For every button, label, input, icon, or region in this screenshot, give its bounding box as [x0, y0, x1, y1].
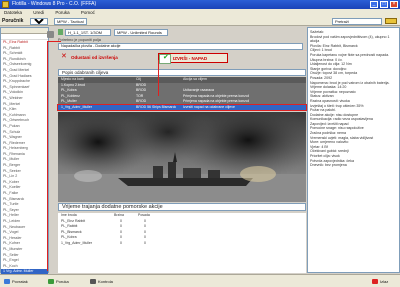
cell-crew: 0 [144, 240, 146, 245]
targets-table: Mjesto na karti Cilj Akcija sa ciljem 1.… [57, 77, 307, 111]
info-line: Brodovi pod vašim zapovjedništvom (4), u… [310, 34, 390, 44]
exit-icon [372, 279, 378, 284]
menu-item-file[interactable]: Datoteka [4, 10, 22, 15]
info-panel: Sažetak: Brodovi pod vašim zapovjedništvo… [307, 27, 400, 273]
exit-button[interactable]: Izlaz [372, 278, 388, 285]
search-field[interactable]: Pretraži [332, 17, 382, 25]
info-line: Dnevnik: bez promjena [310, 163, 347, 168]
menu-item-edit[interactable]: Uredi [33, 10, 44, 15]
maximize-button[interactable]: □ [380, 1, 388, 8]
message-button[interactable]: Poruka [48, 278, 69, 285]
cell-location: 1_Vrg_Admr_Muller [61, 104, 92, 109]
table-row-selected[interactable]: 1_Vrg_Admr_Muller BROD 56 Ships Bismarck… [57, 103, 307, 111]
close-button[interactable]: × [390, 1, 398, 8]
tool-icon[interactable] [47, 31, 54, 38]
cell-target: BROD 56 Ships Bismarck [136, 104, 177, 109]
action-row: ✕ Odustani od izvršenja ✔ IZVRŠI - NAPAD [58, 53, 306, 65]
menu-item-help[interactable]: Pomoć [81, 10, 95, 15]
control-button[interactable]: Kontrola [90, 278, 113, 285]
table-row[interactable]: 1_Vrg_Admr_Muller 0 0 [58, 241, 306, 247]
annotation-line [47, 41, 48, 271]
menu-item-message[interactable]: Poruka [55, 10, 69, 15]
profile-select[interactable]: lv [30, 17, 48, 25]
field-code[interactable]: H_1.1_1ST. 1/3OM [65, 29, 111, 36]
cell-action: Izvrsiti napad na odabrane ciljeve [183, 104, 235, 109]
unit-list: PL_Einz Rabbit PL_Rabbit PL_Schmidt PL_Rund… [0, 27, 49, 275]
cancel-button[interactable]: ✕ Odustani od izvršenja [58, 53, 146, 63]
annotation-line [158, 60, 159, 96]
status-bar: Povratak Poruka Kontrola Izlaz [0, 274, 400, 287]
rank-label: Poručnik [2, 18, 24, 24]
main-panel: H_1.1_1ST. 1/3OM MPW - Unlimited Rounds … [57, 27, 307, 273]
execute-button[interactable]: ✔ IZVRŠI - NAPAD [158, 53, 228, 64]
field-mode[interactable]: MPW - Unlimited Rounds [114, 29, 168, 36]
control-label: Kontrola [98, 279, 113, 284]
exit-label: Izlaz [380, 279, 389, 284]
annotation-line [47, 41, 61, 42]
message-label: Poruka [56, 279, 69, 284]
window-title: Flotilla - Windows 8 Pro - C.O. (FFFA) [12, 1, 97, 7]
back-label: Povratak [12, 279, 28, 284]
ship-photo [58, 112, 306, 202]
back-button[interactable]: Povratak [4, 278, 28, 285]
window-titlebar: Flotilla - Windows 8 Pro - C.O. (FFFA) _… [0, 0, 400, 9]
unit-toolbar [47, 30, 57, 40]
form-row: H_1.1_1ST. 1/3OM MPW - Unlimited Rounds [58, 29, 306, 36]
edit-icon [58, 29, 63, 35]
control-icon [90, 279, 96, 284]
close-icon: ✕ [61, 53, 67, 60]
ships-table: Ime broda Brzina Posada PL_Einz Rabbit 0… [58, 213, 306, 273]
minimize-button[interactable]: _ [370, 1, 378, 8]
app-icon [2, 1, 9, 8]
back-icon [4, 279, 10, 284]
flag-icon[interactable] [385, 18, 397, 24]
action-type-field[interactable]: Napadačka plovila - Dodatne akcije [58, 43, 303, 50]
cell-speed: 0 [120, 240, 122, 245]
tactical-tab[interactable]: MPW - Tactical [54, 17, 87, 25]
info-line: Poruka kapetanu vojne flote sa prednosti… [310, 52, 390, 57]
menu-bar: Datoteka Uredi Poruka Pomoć [0, 9, 400, 16]
targets-header: Popis odabranih ciljeva [58, 69, 306, 76]
cell-ship: 1_Vrg_Admr_Muller [61, 240, 92, 245]
check-icon: ✔ [163, 54, 169, 61]
toolbar: Poručnik lv MPW - Tactical Pretraži [0, 16, 400, 26]
message-icon [48, 279, 54, 284]
bottom-header: Vrijeme trajanja dodatne pomorske akcije [58, 203, 306, 211]
form-subtitle: Potrebno je popuniti polja [58, 38, 101, 42]
